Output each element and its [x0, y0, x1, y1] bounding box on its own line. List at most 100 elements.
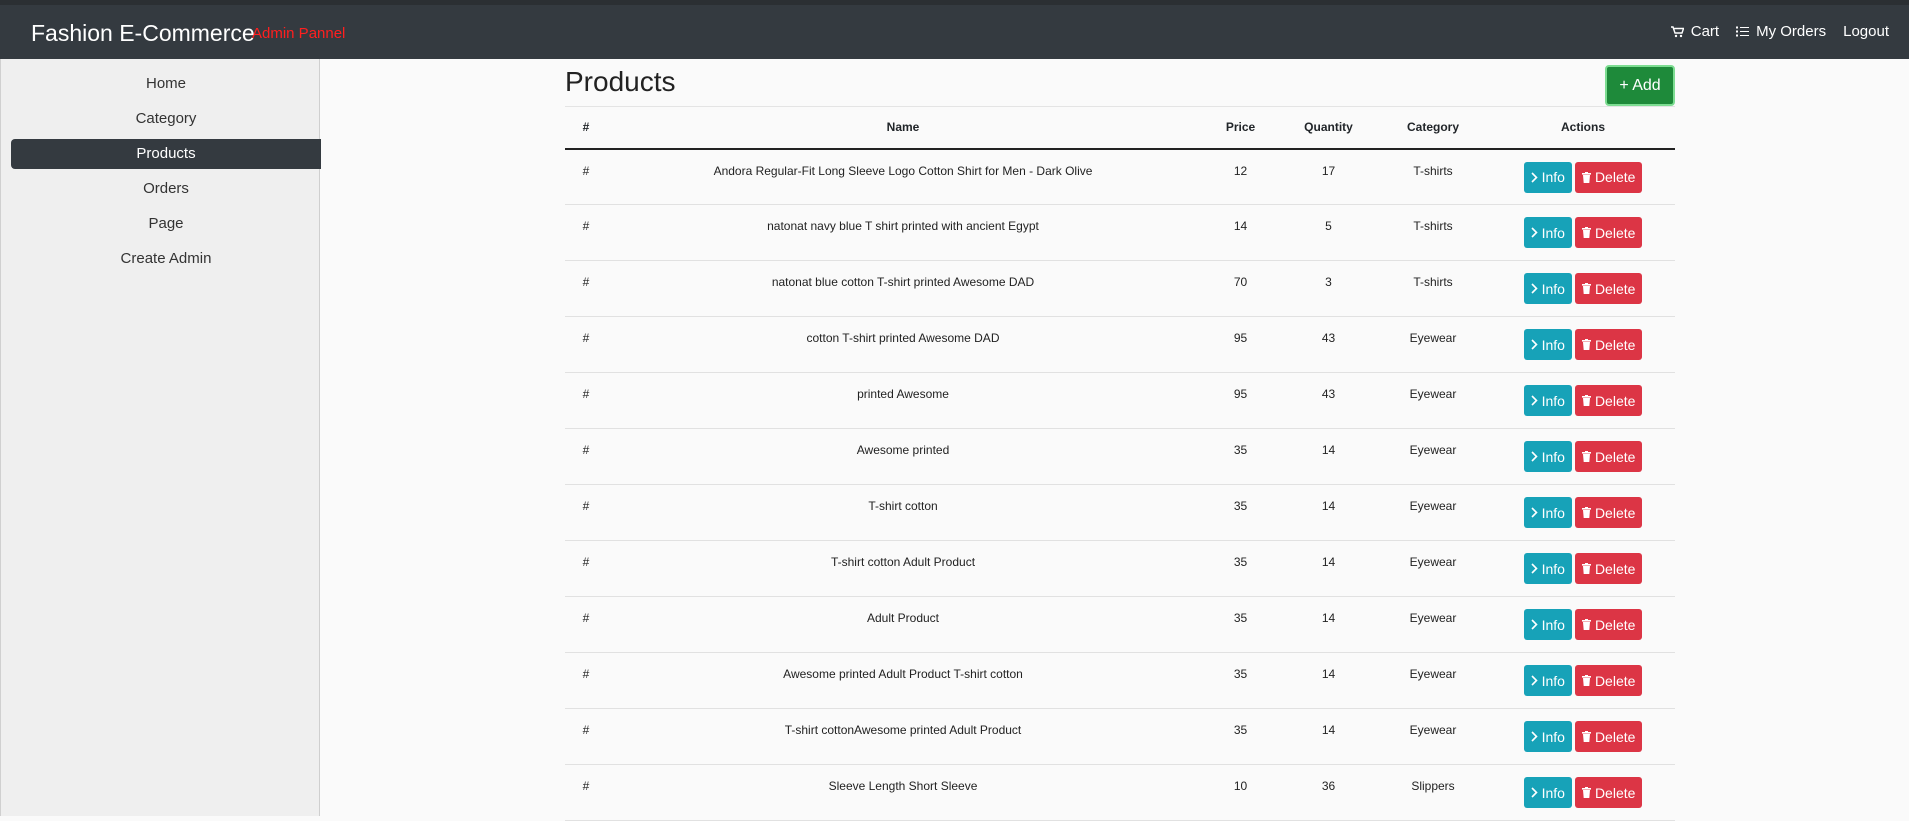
cell-name: Adult Product	[607, 596, 1199, 653]
cell-quantity: 43	[1282, 316, 1375, 373]
cell-actions: Info Delete	[1491, 764, 1675, 821]
delete-button[interactable]: Delete	[1574, 777, 1643, 808]
cell-name: T-shirt cotton	[607, 484, 1199, 541]
chevron-right-icon	[1531, 507, 1538, 518]
sidebar-item-category[interactable]: Category	[11, 104, 321, 134]
cell-quantity: 5	[1282, 204, 1375, 261]
trash-icon	[1581, 395, 1591, 406]
column-header-name: Name	[607, 106, 1199, 150]
cell-actions: Info Delete	[1491, 372, 1675, 429]
trash-icon	[1581, 339, 1591, 350]
delete-button[interactable]: Delete	[1574, 609, 1643, 640]
nav-cart-label: Cart	[1690, 23, 1720, 40]
column-header-number: #	[565, 106, 607, 150]
sidebar-item-products[interactable]: Products	[11, 139, 321, 169]
info-button[interactable]: Info	[1523, 553, 1572, 584]
cell-name: natonat blue cotton T-shirt printed Awes…	[607, 260, 1199, 317]
delete-button-label: Delete	[1594, 336, 1636, 353]
delete-button-label: Delete	[1594, 504, 1636, 521]
cell-actions: Info Delete	[1491, 204, 1675, 261]
chevron-right-icon	[1531, 563, 1538, 574]
info-button[interactable]: Info	[1523, 161, 1572, 193]
delete-button[interactable]: Delete	[1574, 273, 1643, 304]
info-button[interactable]: Info	[1523, 665, 1572, 696]
cell-number: #	[565, 316, 607, 373]
table-row: # T-shirt cottonAwesome printed Adult Pro…	[565, 708, 1675, 765]
brand-title[interactable]: Fashion E-Commerce	[31, 20, 255, 47]
cell-price: 70	[1199, 260, 1282, 317]
delete-button-label: Delete	[1594, 784, 1636, 801]
delete-button-label: Delete	[1594, 672, 1636, 689]
chevron-right-icon	[1531, 675, 1538, 686]
info-button[interactable]: Info	[1523, 441, 1572, 472]
cell-price: 14	[1199, 204, 1282, 261]
cell-name: Awesome printed Adult Product T-shirt co…	[607, 652, 1199, 709]
delete-button[interactable]: Delete	[1574, 329, 1643, 360]
table-row: # T-shirt cotton 35 14 Eyewear Info Delete	[565, 484, 1675, 541]
table-row: # natonat navy blue T shirt printed with …	[565, 204, 1675, 261]
sidebar-item-home[interactable]: Home	[11, 69, 321, 99]
cell-number: #	[565, 428, 607, 485]
delete-button[interactable]: Delete	[1574, 441, 1643, 472]
info-button-label: Info	[1541, 560, 1565, 577]
column-header-price: Price	[1199, 106, 1282, 150]
info-button-label: Info	[1541, 392, 1565, 409]
info-button[interactable]: Info	[1523, 609, 1572, 640]
column-header-category: Category	[1375, 106, 1491, 150]
cell-name: Sleeve Length Short Sleeve	[607, 764, 1199, 821]
sidebar-item-create-admin[interactable]: Create Admin	[11, 244, 321, 274]
cell-actions: Info Delete	[1491, 652, 1675, 709]
cell-price: 35	[1199, 652, 1282, 709]
delete-button[interactable]: Delete	[1574, 217, 1643, 248]
info-button[interactable]: Info	[1523, 721, 1572, 752]
cell-price: 35	[1199, 428, 1282, 485]
delete-button[interactable]: Delete	[1574, 553, 1643, 584]
info-button[interactable]: Info	[1523, 497, 1572, 528]
delete-button[interactable]: Delete	[1574, 385, 1643, 416]
cell-quantity: 14	[1282, 596, 1375, 653]
info-button[interactable]: Info	[1523, 329, 1572, 360]
cell-actions: Info Delete	[1491, 484, 1675, 541]
top-navbar: Fashion E-Commerce Admin Pannel Cart My …	[0, 0, 1909, 59]
delete-button[interactable]: Delete	[1574, 497, 1643, 528]
trash-icon	[1581, 507, 1591, 518]
column-header-quantity: Quantity	[1282, 106, 1375, 150]
cell-number: #	[565, 372, 607, 429]
info-button[interactable]: Info	[1523, 273, 1572, 304]
cell-quantity: 14	[1282, 708, 1375, 765]
cell-category: T-shirts	[1375, 260, 1491, 317]
nav-logout-link[interactable]: Logout	[1843, 23, 1889, 40]
chevron-right-icon	[1531, 339, 1538, 350]
info-button-label: Info	[1541, 224, 1565, 241]
delete-button[interactable]: Delete	[1574, 721, 1643, 752]
chevron-right-icon	[1531, 227, 1538, 238]
trash-icon	[1581, 731, 1591, 742]
delete-button[interactable]: Delete	[1574, 161, 1643, 193]
sidebar-item-page[interactable]: Page	[11, 209, 321, 239]
table-row: # natonat blue cotton T-shirt printed Awe…	[565, 260, 1675, 317]
cell-quantity: 14	[1282, 484, 1375, 541]
delete-button[interactable]: Delete	[1574, 665, 1643, 696]
cell-price: 35	[1199, 596, 1282, 653]
info-button[interactable]: Info	[1523, 385, 1572, 416]
cell-category: Eyewear	[1375, 428, 1491, 485]
table-row: # T-shirt cotton Adult Product 35 14 Eyewear…	[565, 540, 1675, 597]
table-row: # printed Awesome 95 43 Eyewear Info Delete	[565, 372, 1675, 429]
cell-name: T-shirt cotton Adult Product	[607, 540, 1199, 597]
info-button[interactable]: Info	[1523, 777, 1572, 808]
chevron-right-icon	[1531, 731, 1538, 742]
sidebar: Home Category Products Orders Page Creat…	[0, 59, 321, 816]
nav-cart-link[interactable]: Cart	[1670, 23, 1720, 40]
nav-my-orders-link[interactable]: My Orders	[1736, 23, 1826, 40]
table-row: # Sleeve Length Short Sleeve 10 36 Slippers I…	[565, 764, 1675, 821]
nav-my-orders-label: My Orders	[1756, 23, 1827, 40]
cell-quantity: 14	[1282, 428, 1375, 485]
sidebar-item-orders[interactable]: Orders	[11, 174, 321, 204]
chevron-right-icon	[1531, 619, 1538, 630]
add-product-button[interactable]: + Add	[1605, 65, 1675, 106]
table-header-row: # Name Price Quantity Category Actions	[565, 106, 1675, 150]
products-table: # Name Price Quantity Category Actions #…	[565, 106, 1675, 821]
info-button[interactable]: Info	[1523, 217, 1572, 248]
cell-price: 10	[1199, 764, 1282, 821]
info-button-label: Info	[1541, 616, 1565, 633]
